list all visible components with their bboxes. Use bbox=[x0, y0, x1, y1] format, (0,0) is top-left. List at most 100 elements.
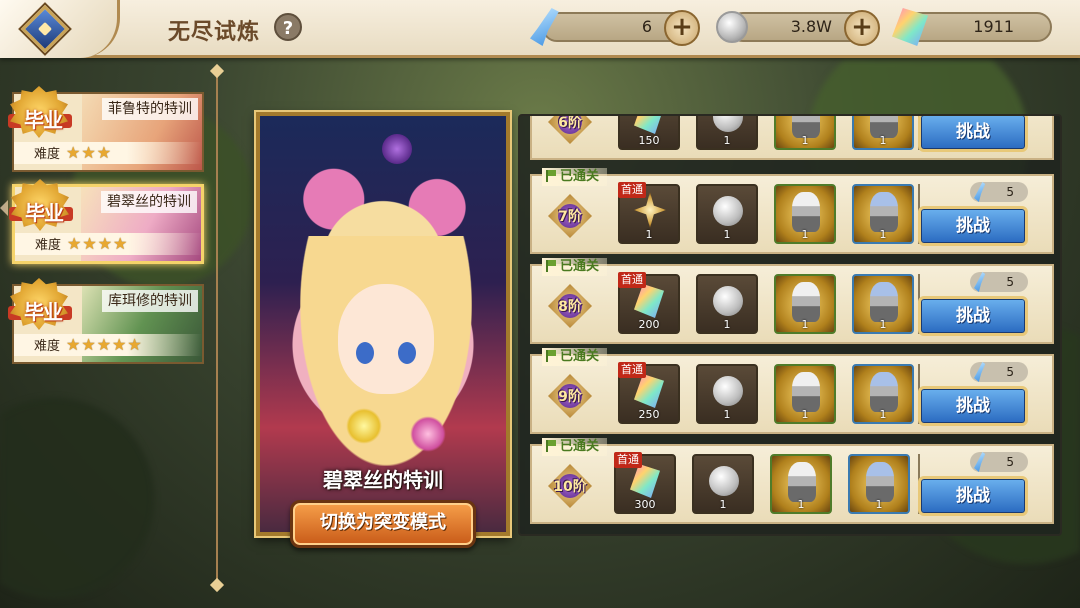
add-coins-button[interactable]: + bbox=[844, 10, 880, 46]
level-label: 6阶 bbox=[558, 115, 582, 131]
challenge-button[interactable]: 挑战 bbox=[918, 476, 1028, 516]
coin-icon bbox=[713, 376, 743, 406]
first-clear-tag: 首通 bbox=[614, 452, 642, 468]
reward-slot-character-a[interactable]: 1 bbox=[774, 184, 836, 244]
cleared-tag: 已通关 bbox=[542, 438, 608, 456]
cleared-label: 已通关 bbox=[560, 259, 600, 274]
silver-coin-icon bbox=[716, 11, 748, 43]
stamina-potion-icon bbox=[974, 272, 986, 292]
trial-item-felt[interactable]: 菲鲁特的特训 难度 ★★★ 毕业 bbox=[8, 86, 204, 172]
reward-qty: 1 bbox=[879, 318, 887, 331]
reward-slot-coin[interactable]: 1 bbox=[696, 274, 758, 334]
character-figure-icon bbox=[788, 462, 816, 502]
page-title: 无尽试炼 bbox=[168, 20, 261, 45]
challenge-button[interactable]: 挑战 bbox=[918, 116, 1028, 152]
stage-row-10: 已通关 10阶 300 首通 1 1 1 5 挑战 bbox=[530, 438, 1054, 524]
reward-slot-character-b[interactable]: 1 bbox=[852, 364, 914, 424]
first-clear-tag: 首通 bbox=[618, 272, 646, 288]
reward-slot-character-a[interactable]: 1 bbox=[774, 116, 836, 150]
crown-orb-icon bbox=[382, 134, 412, 164]
reward-slot-character-b[interactable]: 1 bbox=[852, 274, 914, 334]
coin-icon bbox=[713, 286, 743, 316]
reward-qty: 1 bbox=[801, 408, 809, 421]
character-figure-icon bbox=[870, 282, 898, 322]
stamina-currency: 6 + bbox=[530, 8, 700, 46]
character-face bbox=[338, 284, 434, 394]
reward-slot-coin[interactable]: 1 bbox=[692, 454, 754, 514]
coin-value: 3.8W bbox=[790, 17, 832, 36]
trial-name: 菲鲁特的特训 bbox=[102, 98, 198, 120]
scroll-left-arrow-icon[interactable] bbox=[0, 200, 8, 216]
magic-orb-icon bbox=[410, 416, 446, 452]
menu-diamond-icon[interactable] bbox=[20, 4, 70, 54]
reward-slot-gem[interactable]: 150 bbox=[618, 116, 680, 150]
card-title: 碧翠丝的特训 bbox=[323, 468, 443, 492]
reward-qty: 1 bbox=[879, 134, 887, 147]
stamina-potion-icon bbox=[974, 182, 986, 202]
first-clear-tag: 首通 bbox=[618, 182, 646, 198]
eye-right bbox=[398, 342, 416, 364]
reward-slot-character-b[interactable]: 1 bbox=[852, 116, 914, 150]
gem-icon bbox=[630, 464, 660, 498]
reward-qty: 1 bbox=[879, 408, 887, 421]
graduated-badge-text: 毕业 bbox=[25, 201, 64, 225]
stamina-value: 6 bbox=[641, 17, 652, 36]
eye-left bbox=[356, 342, 374, 364]
reward-qty: 300 bbox=[634, 498, 656, 511]
reward-qty: 1 bbox=[723, 228, 731, 241]
gem-icon bbox=[634, 284, 664, 318]
stamina-potion-icon bbox=[974, 452, 986, 472]
challenge-button[interactable]: 挑战 bbox=[918, 386, 1028, 426]
reward-slot-gem[interactable]: 250 首通 bbox=[618, 362, 680, 424]
reward-slot-gem[interactable]: 200 首通 bbox=[618, 272, 680, 334]
star-rating: ★★★★★ bbox=[66, 335, 143, 354]
character-figure-icon bbox=[870, 372, 898, 412]
reward-slot-character-b[interactable]: 1 bbox=[848, 454, 910, 514]
reward-slot-coin[interactable]: 1 bbox=[696, 184, 758, 244]
reward-slot-compass[interactable]: 1 首通 bbox=[618, 182, 680, 244]
stamina-potion-icon bbox=[974, 362, 986, 382]
first-clear-tag: 首通 bbox=[618, 362, 646, 378]
challenge-button[interactable]: 挑战 bbox=[918, 206, 1028, 246]
cleared-tag: 已通关 bbox=[542, 168, 608, 186]
trial-name: 碧翠丝的特训 bbox=[101, 191, 197, 213]
reward-slot-gem[interactable]: 300 首通 bbox=[614, 452, 676, 514]
reward-qty: 1 bbox=[723, 134, 731, 147]
character-card: 碧翠丝的特训 bbox=[256, 112, 510, 536]
reward-qty: 1 bbox=[801, 134, 809, 147]
difficulty-label: 难度 bbox=[34, 147, 61, 162]
cleared-tag: 已通关 bbox=[542, 348, 608, 366]
flag-icon bbox=[546, 170, 556, 182]
coin-icon bbox=[713, 116, 743, 132]
difficulty-row: 难度 ★★★ bbox=[14, 142, 202, 164]
stamina-cost: 5 bbox=[970, 452, 1028, 472]
help-icon[interactable]: ? bbox=[274, 13, 302, 41]
graduated-badge-text: 毕业 bbox=[24, 300, 63, 324]
reward-slot-character-a[interactable]: 1 bbox=[770, 454, 832, 514]
trial-item-crusch[interactable]: 库珥修的特训 难度 ★★★★★ 毕业 bbox=[8, 278, 204, 364]
stage-row-6: 6阶 150 1 1 1 挑战 bbox=[530, 115, 1054, 160]
level-label: 9阶 bbox=[558, 389, 582, 405]
reward-slot-coin[interactable]: 1 bbox=[696, 116, 758, 150]
reward-qty: 1 bbox=[797, 498, 805, 511]
level-label: 7阶 bbox=[558, 209, 582, 225]
cleared-label: 已通关 bbox=[560, 349, 600, 364]
left-divider-rail bbox=[216, 72, 218, 584]
stage-row-9: 已通关 9阶 250 首通 1 1 1 5 挑战 bbox=[530, 348, 1054, 434]
character-figure-icon bbox=[792, 282, 820, 322]
reward-slot-coin[interactable]: 1 bbox=[696, 364, 758, 424]
reward-slot-character-a[interactable]: 1 bbox=[774, 274, 836, 334]
menu-badge[interactable] bbox=[0, 0, 120, 58]
cost-value: 5 bbox=[1006, 275, 1014, 289]
add-stamina-button[interactable]: + bbox=[664, 10, 700, 46]
trial-item-beatrice[interactable]: 碧翠丝的特训 难度 ★★★★ 毕业 bbox=[9, 179, 204, 264]
reward-slot-character-a[interactable]: 1 bbox=[774, 364, 836, 424]
level-label: 10阶 bbox=[553, 479, 587, 495]
switch-mutation-mode-button[interactable]: 切换为突变模式 bbox=[290, 500, 476, 548]
gem-currency: 1911 bbox=[892, 8, 1052, 46]
stage-row-7: 已通关 7阶 1 首通 1 1 1 5 挑战 bbox=[530, 168, 1054, 254]
gem-icon bbox=[634, 116, 664, 134]
reward-slot-character-b[interactable]: 1 bbox=[852, 184, 914, 244]
stage-list[interactable]: 6阶 150 1 1 1 挑战 已通关 7阶 1 首通 1 1 1 5 挑战 已… bbox=[518, 114, 1062, 536]
challenge-button[interactable]: 挑战 bbox=[918, 296, 1028, 336]
